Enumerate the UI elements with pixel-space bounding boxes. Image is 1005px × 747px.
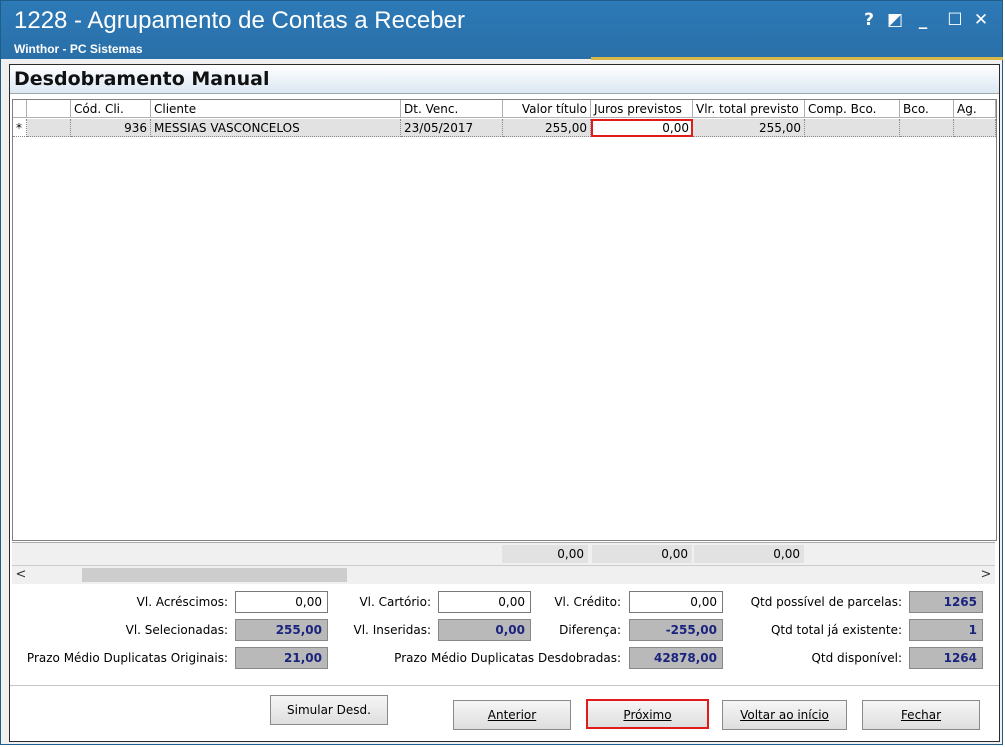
qtd-disponivel-label: Qtd disponível: bbox=[811, 651, 902, 665]
col-header-comp-bco[interactable]: Comp. Bco. bbox=[805, 100, 900, 118]
vl-credito-label: Vl. Crédito: bbox=[554, 595, 621, 609]
panel-header: Desdobramento Manual bbox=[10, 65, 999, 94]
vl-acrescimos-label: Vl. Acréscimos: bbox=[136, 595, 228, 609]
prazo-originais-label: Prazo Médio Duplicatas Originais: bbox=[26, 651, 228, 665]
total-valor-titulo: 0,00 bbox=[502, 545, 588, 563]
scroll-left-icon[interactable]: < bbox=[12, 566, 30, 584]
col-header-vlr-total-previsto[interactable]: Vlr. total previsto bbox=[693, 100, 805, 118]
vl-acrescimos-field[interactable]: 0,00 bbox=[235, 591, 328, 613]
prazo-originais-field: 21,00 bbox=[235, 647, 328, 669]
col-header-dt-venc[interactable]: Dt. Venc. bbox=[401, 100, 503, 118]
col-header-indicator bbox=[13, 100, 27, 118]
fechar-button[interactable]: Fechar bbox=[862, 700, 980, 730]
row-cell-blank[interactable] bbox=[27, 119, 71, 137]
window-subtitle: Winthor - PC Sistemas bbox=[14, 42, 143, 56]
cell-bco[interactable] bbox=[900, 119, 954, 137]
main-panel: Desdobramento Manual Cód. Cli. Cliente D… bbox=[9, 64, 1000, 742]
cell-vlr-total-previsto[interactable]: 255,00 bbox=[693, 119, 805, 137]
prazo-desdobradas-label: Prazo Médio Duplicatas Desdobradas: bbox=[394, 651, 621, 665]
cell-ag[interactable] bbox=[954, 119, 996, 137]
restore-icon[interactable]: ◩ bbox=[885, 10, 905, 30]
maximize-icon[interactable]: ☐ bbox=[945, 10, 965, 30]
prazo-desdobradas-field: 42878,00 bbox=[629, 647, 723, 669]
app-window: 1228 - Agrupamento de Contas a Receber W… bbox=[0, 0, 1003, 745]
qtd-total-field: 1 bbox=[909, 619, 983, 641]
vl-inseridas-label: Vl. Inseridas: bbox=[353, 623, 431, 637]
minimize-icon[interactable]: _ bbox=[913, 10, 933, 30]
col-header-ag[interactable]: Ag. bbox=[954, 100, 996, 118]
voltar-inicio-button[interactable]: Voltar ao início bbox=[722, 700, 847, 730]
col-header-cod-cli[interactable]: Cód. Cli. bbox=[71, 100, 151, 118]
vl-cartorio-label: Vl. Cartório: bbox=[359, 595, 431, 609]
data-grid[interactable]: Cód. Cli. Cliente Dt. Venc. Valor título… bbox=[12, 99, 997, 541]
cell-comp-bco[interactable] bbox=[805, 119, 900, 137]
simular-desd-button[interactable]: Simular Desd. bbox=[270, 695, 388, 725]
cell-cliente[interactable]: MESSIAS VASCONCELOS bbox=[151, 119, 401, 137]
cell-juros-previstos[interactable]: 0,00 bbox=[591, 119, 693, 137]
diferenca-field: -255,00 bbox=[629, 619, 723, 641]
proximo-button[interactable]: Próximo bbox=[586, 699, 709, 729]
summary-form: Vl. Acréscimos: 0,00 Vl. Cartório: 0,00 … bbox=[10, 591, 999, 683]
title-bar[interactable]: 1228 - Agrupamento de Contas a Receber W… bbox=[1, 1, 1003, 60]
cell-dt-venc[interactable]: 23/05/2017 bbox=[401, 119, 503, 137]
cell-valor-titulo[interactable]: 255,00 bbox=[503, 119, 591, 137]
vl-selecionadas-label: Vl. Selecionadas: bbox=[125, 623, 228, 637]
col-header-valor-titulo[interactable]: Valor título bbox=[503, 100, 591, 118]
panel-title: Desdobramento Manual bbox=[14, 68, 270, 90]
scroll-right-icon[interactable]: > bbox=[977, 566, 995, 584]
horizontal-scrollbar[interactable]: < > bbox=[12, 565, 995, 584]
diferenca-label: Diferença: bbox=[559, 623, 621, 637]
anterior-button[interactable]: Anterior bbox=[453, 700, 571, 730]
cell-cod-cli[interactable]: 936 bbox=[71, 119, 151, 137]
help-icon[interactable]: ? bbox=[859, 10, 879, 30]
row-indicator[interactable]: * bbox=[13, 119, 27, 137]
vl-inseridas-field: 0,00 bbox=[438, 619, 531, 641]
col-header-bco[interactable]: Bco. bbox=[900, 100, 954, 118]
close-icon[interactable]: ✕ bbox=[971, 10, 991, 30]
title-accent-stripe bbox=[591, 57, 1003, 60]
qtd-possivel-label: Qtd possível de parcelas: bbox=[750, 595, 902, 609]
qtd-possivel-field: 1265 bbox=[909, 591, 983, 613]
qtd-total-label: Qtd total já existente: bbox=[770, 623, 902, 637]
grid-totals-row: 0,00 0,00 0,00 bbox=[12, 542, 995, 565]
vl-selecionadas-field: 255,00 bbox=[235, 619, 328, 641]
scrollbar-thumb[interactable] bbox=[82, 568, 347, 582]
vl-cartorio-field[interactable]: 0,00 bbox=[438, 591, 531, 613]
button-bar: Simular Desd. Anterior Próximo Voltar ao… bbox=[10, 685, 999, 742]
col-header-juros-previstos[interactable]: Juros previstos bbox=[591, 100, 693, 118]
col-header-cliente[interactable]: Cliente bbox=[151, 100, 401, 118]
window-title: 1228 - Agrupamento de Contas a Receber bbox=[14, 7, 465, 34]
col-header-blank bbox=[27, 100, 71, 118]
total-juros-previstos: 0,00 bbox=[592, 545, 692, 563]
vl-credito-field[interactable]: 0,00 bbox=[629, 591, 723, 613]
total-vlr-total-previsto: 0,00 bbox=[694, 545, 804, 563]
qtd-disponivel-field: 1264 bbox=[909, 647, 983, 669]
